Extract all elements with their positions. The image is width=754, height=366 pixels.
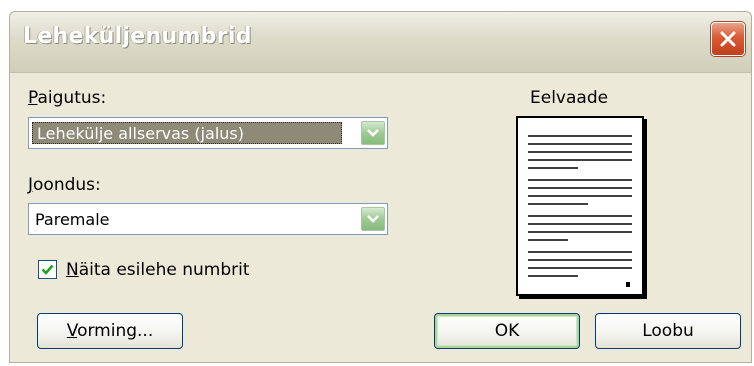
placement-value: Lehekülje allservas (jalus) — [32, 122, 342, 144]
dialog-title: Leheküljenumbrid — [23, 24, 252, 49]
placement-dropdown-button[interactable] — [361, 121, 385, 145]
page-numbers-dialog: Leheküljenumbrid Paigutus: Lehekülje all… — [9, 11, 752, 363]
chevron-down-icon — [367, 215, 379, 223]
show-first-page-number-checkbox[interactable] — [38, 260, 57, 279]
page-preview — [516, 116, 644, 296]
chevron-down-icon — [367, 129, 379, 137]
close-icon — [720, 31, 736, 47]
alignment-label: Joondus: — [28, 175, 101, 195]
alignment-dropdown[interactable]: Paremale — [28, 203, 388, 235]
checkmark-icon — [41, 264, 54, 275]
show-first-page-number-label[interactable]: Näita esilehe numbrit — [66, 260, 249, 280]
placement-dropdown[interactable]: Lehekülje allservas (jalus) — [28, 117, 388, 149]
placement-label: Paigutus: — [28, 88, 107, 108]
alignment-value: Paremale — [35, 210, 110, 229]
cancel-button[interactable]: Loobu — [595, 313, 741, 349]
preview-label: Eelvaade — [530, 88, 609, 108]
title-bar[interactable]: Leheküljenumbrid — [10, 12, 751, 73]
ok-button[interactable]: OK — [434, 313, 580, 349]
alignment-dropdown-button[interactable] — [361, 207, 385, 231]
format-button[interactable]: Vorming... — [37, 313, 183, 349]
close-button[interactable] — [711, 22, 745, 56]
preview-page-icon — [528, 135, 632, 287]
